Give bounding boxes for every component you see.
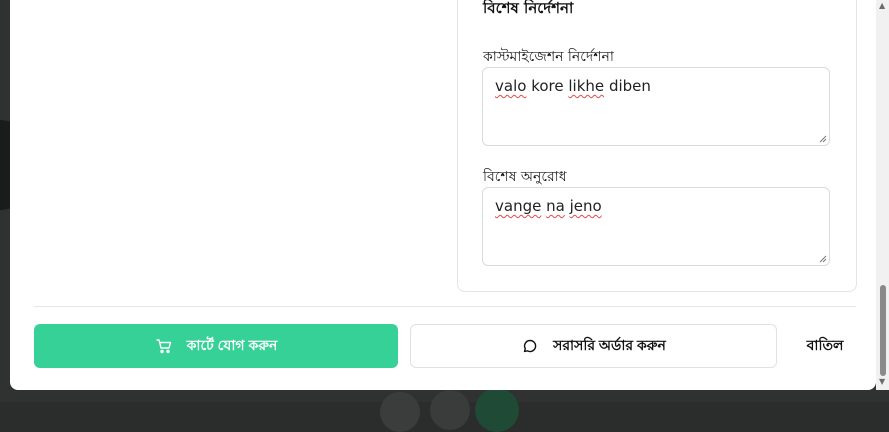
special-request-textarea[interactable]: vange na jeno: [482, 187, 830, 266]
background-shape: [380, 392, 420, 432]
add-to-cart-label: কার্টে যোগ করুন: [186, 337, 278, 353]
product-modal: বিশেষ নির্দেশনা কাস্টমাইজেশন নির্দেশনা v…: [10, 0, 876, 390]
customization-textarea[interactable]: valo kore likhe diben: [482, 67, 830, 146]
customization-label: কাস্টমাইজেশন নির্দেশনা: [483, 49, 614, 65]
text-word: diben: [608, 77, 651, 95]
divider: [34, 306, 856, 307]
spelling-word: jeno: [569, 197, 602, 215]
spelling-word: likhe: [568, 77, 605, 95]
special-instructions-card: বিশেষ নির্দেশনা কাস্টমাইজেশন নির্দেশনা v…: [457, 0, 857, 292]
spelling-word: na: [546, 197, 565, 215]
text-word: kore: [531, 77, 564, 95]
cancel-label: বাতিল: [806, 337, 844, 353]
background-shape: [430, 390, 470, 430]
spelling-word: valo: [495, 77, 527, 95]
resize-grip-icon[interactable]: [819, 255, 827, 263]
scroll-up-icon[interactable]: ▲: [879, 2, 885, 10]
resize-grip-icon[interactable]: [819, 135, 827, 143]
cart-icon: [155, 337, 173, 355]
direct-order-label: সরাসরি অর্ডার করুন: [553, 337, 666, 353]
scrollbar[interactable]: ▲ ▼: [876, 0, 889, 390]
cancel-button[interactable]: বাতিল: [790, 324, 860, 368]
direct-order-button[interactable]: সরাসরি অর্ডার করুন: [410, 324, 777, 368]
scroll-thumb[interactable]: [880, 285, 886, 376]
chat-bubble-icon: [521, 337, 539, 355]
add-to-cart-button[interactable]: কার্টে যোগ করুন: [34, 324, 398, 368]
spelling-word: vange: [495, 197, 542, 215]
special-request-label: বিশেষ অনুরোধ: [483, 169, 567, 185]
background-shape: [475, 388, 519, 432]
card-title: বিশেষ নির্দেশনা: [483, 0, 574, 17]
scroll-down-icon[interactable]: ▼: [879, 378, 885, 386]
